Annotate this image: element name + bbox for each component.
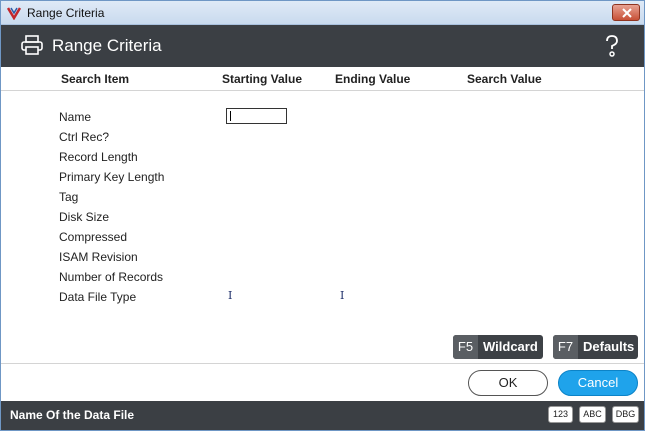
window-title: Range Criteria	[27, 6, 105, 20]
window-close-button[interactable]	[612, 4, 640, 21]
dialog-title: Range Criteria	[52, 36, 162, 55]
dialog-header: Range Criteria	[1, 25, 644, 67]
debug-mode-badge[interactable]: DBG	[612, 406, 639, 423]
field-label-tag: Tag	[59, 190, 79, 204]
footer-divider	[1, 363, 644, 364]
cancel-button[interactable]: Cancel	[558, 370, 638, 396]
field-label-isam-revision: ISAM Revision	[59, 250, 138, 264]
name-starting-value-input[interactable]	[226, 108, 287, 124]
status-text: Name Of the Data File	[10, 408, 135, 422]
field-label-number-of-records: Number of Records	[59, 270, 164, 284]
field-label-name: Name	[59, 110, 92, 124]
status-bar: Name Of the Data File 123 ABC DBG	[1, 401, 644, 430]
field-label-record-length: Record Length	[59, 150, 138, 164]
data-file-type-start-cursor-icon[interactable]: I	[228, 289, 232, 302]
alpha-mode-badge[interactable]: ABC	[579, 406, 606, 423]
header-divider	[1, 90, 644, 91]
defaults-button[interactable]: F7 Defaults	[553, 335, 638, 359]
field-label-ctrl-rec: Ctrl Rec?	[59, 130, 110, 144]
numeric-mode-badge[interactable]: 123	[548, 406, 573, 423]
range-criteria-window: Range Criteria Range Criteria Search Ite…	[0, 0, 645, 431]
wildcard-label: Wildcard	[483, 339, 538, 354]
data-file-type-end-cursor-icon[interactable]: I	[340, 289, 344, 302]
close-icon	[622, 8, 632, 18]
field-label-data-file-type: Data File Type	[59, 290, 137, 304]
field-label-disk-size: Disk Size	[59, 210, 110, 224]
field-label-primary-key-length: Primary Key Length	[59, 170, 165, 184]
f5-key-label: F5	[453, 335, 478, 359]
ok-button[interactable]: OK	[468, 370, 548, 396]
printer-icon[interactable]	[21, 35, 43, 55]
help-icon[interactable]	[604, 35, 620, 57]
column-header-search-value: Search Value	[467, 72, 542, 86]
defaults-label: Defaults	[583, 339, 635, 354]
column-header-ending-value: Ending Value	[335, 72, 411, 86]
column-header-search-item: Search Item	[61, 72, 130, 86]
f7-key-label: F7	[553, 335, 578, 359]
title-bar[interactable]: Range Criteria	[1, 1, 644, 25]
app-logo-icon	[7, 7, 21, 20]
column-header-starting-value: Starting Value	[222, 72, 303, 86]
wildcard-button[interactable]: F5 Wildcard	[453, 335, 543, 359]
field-label-compressed: Compressed	[59, 230, 128, 244]
